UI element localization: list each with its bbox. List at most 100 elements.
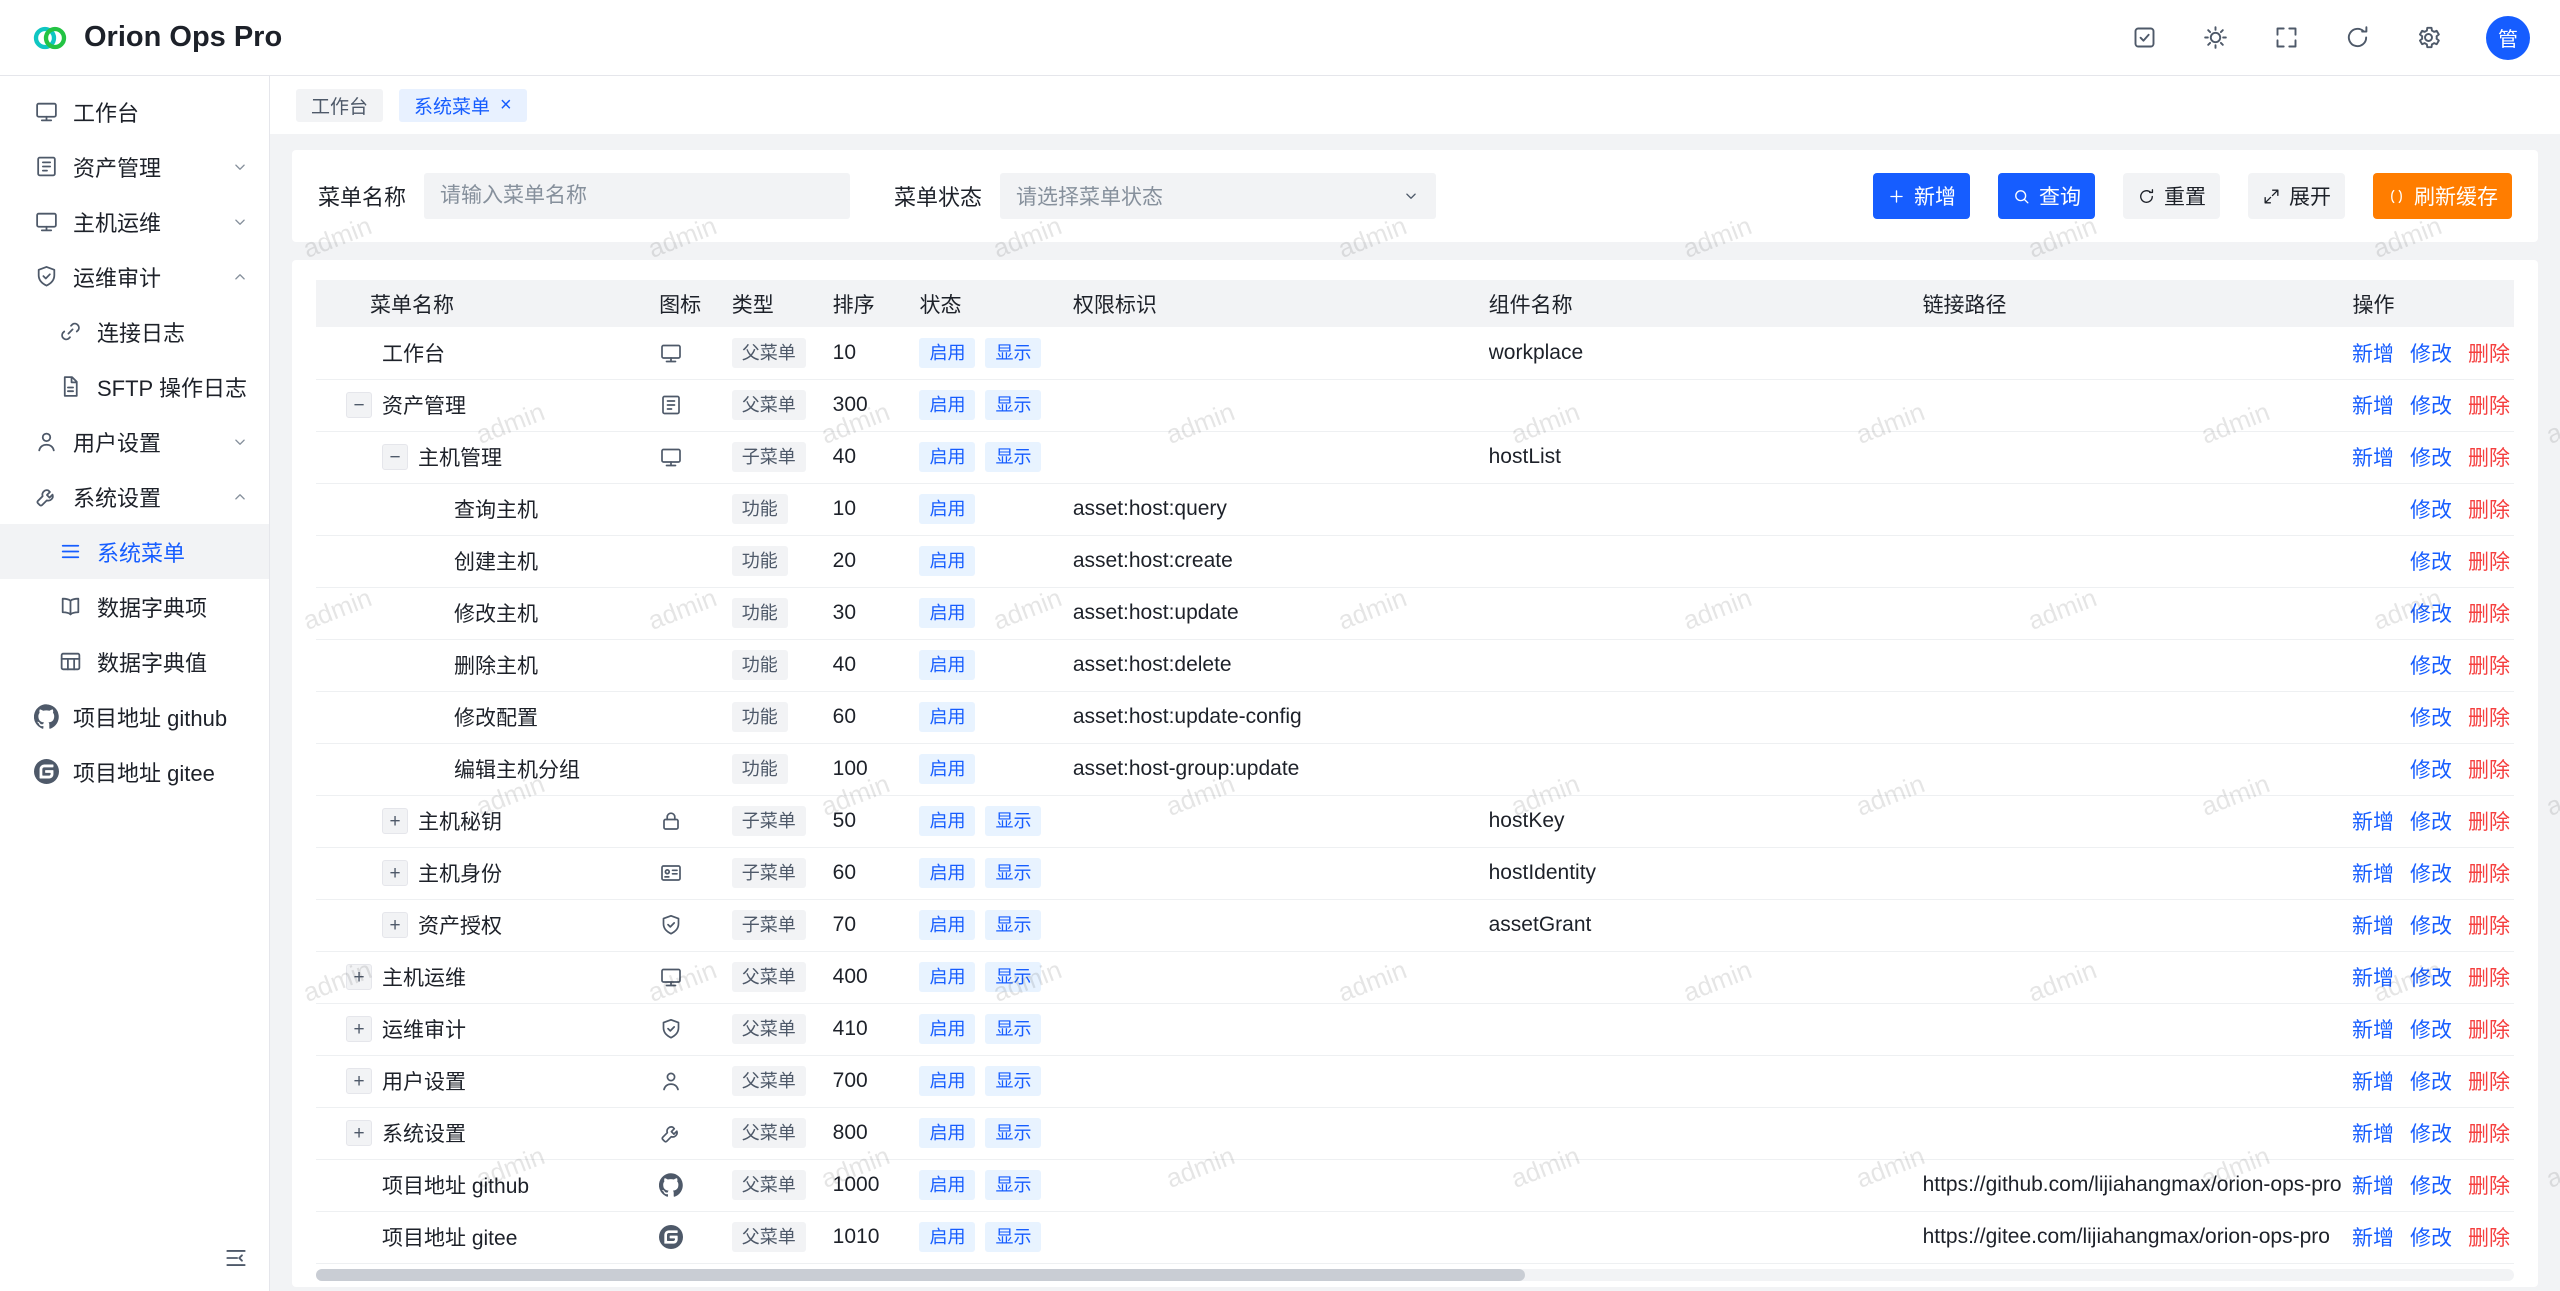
row-add-link[interactable]: 新增 (2352, 806, 2394, 836)
sidebar-item-dict-keys[interactable]: 数据字典项 (0, 579, 269, 634)
sidebar-item-connection-log[interactable]: 连接日志 (0, 304, 269, 359)
sidebar-item-user-settings[interactable]: 用户设置 (0, 414, 269, 469)
menu-name-input[interactable] (424, 173, 850, 219)
expand-row-toggle[interactable]: + (346, 1016, 372, 1042)
expand-row-toggle[interactable]: + (382, 808, 408, 834)
menu-name: 系统设置 (382, 1118, 466, 1148)
reset-button[interactable]: 重置 (2123, 173, 2220, 219)
tab-system-menu[interactable]: 系统菜单× (399, 89, 527, 122)
row-delete-link[interactable]: 删除 (2468, 338, 2510, 368)
scrollbar-thumb[interactable] (316, 1269, 1525, 1281)
row-delete-link[interactable]: 删除 (2468, 546, 2510, 576)
row-edit-link[interactable]: 修改 (2410, 1066, 2452, 1096)
row-add-link[interactable]: 新增 (2352, 858, 2394, 888)
expand-button[interactable]: 展开 (2248, 173, 2345, 219)
horizontal-scrollbar[interactable] (316, 1269, 2514, 1281)
row-add-link[interactable]: 新增 (2352, 962, 2394, 992)
expand-row-toggle[interactable]: + (346, 1068, 372, 1094)
user-icon (659, 1069, 683, 1093)
row-delete-link[interactable]: 删除 (2468, 1222, 2510, 1252)
row-add-link[interactable]: 新增 (2352, 390, 2394, 420)
row-add-link[interactable]: 新增 (2352, 1222, 2394, 1252)
sidebar-item-dict-values[interactable]: 数据字典值 (0, 634, 269, 689)
row-edit-link[interactable]: 修改 (2410, 962, 2452, 992)
tab-workbench[interactable]: 工作台 (296, 89, 383, 122)
row-edit-link[interactable]: 修改 (2410, 650, 2452, 680)
row-edit-link[interactable]: 修改 (2410, 910, 2452, 940)
row-delete-link[interactable]: 删除 (2468, 858, 2510, 888)
status-badge: 显示 (985, 806, 1041, 837)
sidebar-item-host-ops[interactable]: 主机运维 (0, 194, 269, 249)
expand-row-toggle[interactable]: + (382, 860, 408, 886)
component-value: workplace (1489, 327, 1923, 379)
sidebar-item-workbench[interactable]: 工作台 (0, 84, 269, 139)
sidebar-item-asset-management[interactable]: 资产管理 (0, 139, 269, 194)
row-delete-link[interactable]: 删除 (2468, 494, 2510, 524)
row-delete-link[interactable]: 删除 (2468, 1066, 2510, 1096)
menu-status-select[interactable]: 请选择菜单状态 (1000, 173, 1436, 219)
row-add-link[interactable]: 新增 (2352, 910, 2394, 940)
row-edit-link[interactable]: 修改 (2410, 1014, 2452, 1044)
collapse-sidebar-icon[interactable] (223, 1245, 249, 1277)
theme-button[interactable] (2202, 24, 2229, 51)
sidebar-item-ops-audit[interactable]: 运维审计 (0, 249, 269, 304)
row-delete-link[interactable]: 删除 (2468, 962, 2510, 992)
user-avatar[interactable]: 管 (2486, 16, 2530, 60)
sidebar-item-github[interactable]: 项目地址 github (0, 689, 269, 744)
row-add-link[interactable]: 新增 (2352, 1118, 2394, 1148)
row-delete-link[interactable]: 删除 (2468, 910, 2510, 940)
link-path-value (1923, 795, 2353, 847)
row-edit-link[interactable]: 修改 (2410, 546, 2452, 576)
row-add-link[interactable]: 新增 (2352, 1014, 2394, 1044)
row-delete-link[interactable]: 删除 (2468, 702, 2510, 732)
row-edit-link[interactable]: 修改 (2410, 806, 2452, 836)
row-edit-link[interactable]: 修改 (2410, 1118, 2452, 1148)
row-delete-link[interactable]: 删除 (2468, 1118, 2510, 1148)
search-button[interactable]: 查询 (1998, 173, 2095, 219)
row-delete-link[interactable]: 删除 (2468, 754, 2510, 784)
expand-row-toggle[interactable]: + (346, 964, 372, 990)
component-value (1489, 1159, 1923, 1211)
filter-bar: 菜单名称 菜单状态 请选择菜单状态 新增 查询 重置 (292, 150, 2538, 242)
collapse-row-toggle[interactable]: − (382, 444, 408, 470)
row-delete-link[interactable]: 删除 (2468, 390, 2510, 420)
type-badge: 子菜单 (732, 858, 806, 889)
row-edit-link[interactable]: 修改 (2410, 494, 2452, 524)
settings-button[interactable] (2415, 24, 2442, 51)
row-delete-link[interactable]: 删除 (2468, 1014, 2510, 1044)
row-edit-link[interactable]: 修改 (2410, 338, 2452, 368)
close-tab-icon[interactable]: × (500, 95, 512, 115)
row-delete-link[interactable]: 删除 (2468, 650, 2510, 680)
expand-row-toggle[interactable]: + (346, 1120, 372, 1146)
expand-row-toggle[interactable]: + (382, 912, 408, 938)
row-edit-link[interactable]: 修改 (2410, 858, 2452, 888)
todo-button[interactable] (2131, 24, 2158, 51)
sidebar-item-system-settings[interactable]: 系统设置 (0, 469, 269, 524)
row-delete-link[interactable]: 删除 (2468, 598, 2510, 628)
type-badge: 父菜单 (732, 390, 806, 421)
row-edit-link[interactable]: 修改 (2410, 754, 2452, 784)
row-edit-link[interactable]: 修改 (2410, 1170, 2452, 1200)
refresh-cache-button[interactable]: 刷新缓存 (2373, 173, 2512, 219)
row-delete-link[interactable]: 删除 (2468, 806, 2510, 836)
row-delete-link[interactable]: 删除 (2468, 1170, 2510, 1200)
app-title: Orion Ops Pro (84, 21, 282, 54)
sort-value: 1000 (833, 1159, 920, 1211)
row-edit-link[interactable]: 修改 (2410, 598, 2452, 628)
refresh-button[interactable] (2344, 24, 2371, 51)
sidebar-item-sftp-log[interactable]: SFTP 操作日志 (0, 359, 269, 414)
row-edit-link[interactable]: 修改 (2410, 1222, 2452, 1252)
row-delete-link[interactable]: 删除 (2468, 442, 2510, 472)
row-add-link[interactable]: 新增 (2352, 1066, 2394, 1096)
row-add-link[interactable]: 新增 (2352, 338, 2394, 368)
sidebar-item-system-menu[interactable]: 系统菜单 (0, 524, 269, 579)
row-add-link[interactable]: 新增 (2352, 442, 2394, 472)
fullscreen-button[interactable] (2273, 24, 2300, 51)
row-edit-link[interactable]: 修改 (2410, 390, 2452, 420)
sidebar-item-gitee[interactable]: 项目地址 gitee (0, 744, 269, 799)
add-button[interactable]: 新增 (1873, 173, 1970, 219)
row-add-link[interactable]: 新增 (2352, 1170, 2394, 1200)
row-edit-link[interactable]: 修改 (2410, 702, 2452, 732)
row-edit-link[interactable]: 修改 (2410, 442, 2452, 472)
collapse-row-toggle[interactable]: − (346, 392, 372, 418)
